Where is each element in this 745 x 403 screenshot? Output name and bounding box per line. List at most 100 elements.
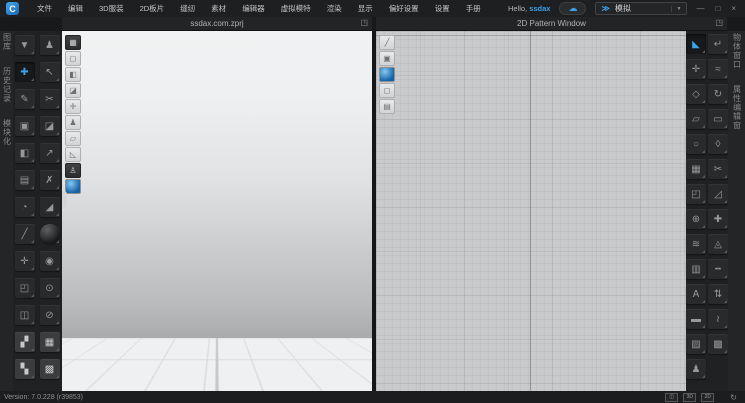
grading-tool[interactable]: ⇅ [708, 284, 728, 304]
fold-arrange-tool[interactable]: ◢ [40, 197, 60, 217]
avatar-pose-tool[interactable]: ♟ [40, 35, 60, 55]
jacket-tool[interactable]: ◫ [15, 305, 35, 325]
menu-render[interactable]: 渲染 [319, 3, 350, 14]
machine-sew-tool[interactable]: ▤ [15, 170, 35, 190]
avatar-bust-button[interactable]: ♟ [65, 115, 81, 130]
grab-button[interactable]: ✛ [65, 99, 81, 114]
pleat-tool[interactable]: ≋ [686, 234, 706, 254]
top-garment-tool[interactable]: ▞ [15, 332, 35, 352]
select-mesh-tool[interactable]: ↖ [40, 62, 60, 82]
fabric-tool[interactable]: ▩ [708, 334, 728, 354]
menu-material[interactable]: 素材 [203, 3, 234, 14]
binding-tool[interactable]: ▥ [686, 259, 706, 279]
mannequin-button[interactable]: ♙ [65, 163, 81, 178]
merge-tool[interactable]: ⊕ [686, 209, 706, 229]
username-link[interactable]: ssdax [529, 4, 550, 13]
object-window-tab[interactable]: 物体窗口 [732, 33, 742, 69]
cloud-sync-button[interactable]: ☁ [559, 2, 586, 15]
free-sew-tool[interactable]: ↗ [40, 143, 60, 163]
tape-tool[interactable]: ╍ [708, 259, 728, 279]
paper-sheet-button[interactable]: ▱ [65, 131, 81, 146]
notch-tool[interactable]: ◿ [708, 184, 728, 204]
edit-pattern-tool[interactable]: ✛ [686, 59, 706, 79]
circle-tool[interactable]: ○ [686, 134, 706, 154]
globe-button[interactable] [65, 179, 81, 194]
button-tool[interactable]: ⊙ [40, 278, 60, 298]
layout-2d-button[interactable]: 2D [701, 393, 714, 402]
menu-file[interactable]: 文件 [29, 3, 60, 14]
view-cube-button[interactable]: ▦ [65, 35, 81, 50]
hand-tool[interactable]: ✛ [15, 251, 35, 271]
rectangle-tool[interactable]: ▭ [708, 109, 728, 129]
trace-tool[interactable]: ▦ [686, 159, 706, 179]
zipper-tool[interactable]: ▦ [40, 332, 60, 352]
modular-tab[interactable]: 模块化 [2, 119, 12, 146]
menu-edit[interactable]: 编辑 [60, 3, 91, 14]
shirt-outline-button[interactable]: ◻ [65, 51, 81, 66]
history-tab[interactable]: 历史记录 [2, 67, 12, 103]
popout-icon[interactable]: ◳ [360, 18, 368, 27]
curve-point-tool[interactable]: ↻ [708, 84, 728, 104]
walk-tool[interactable]: ♟ [686, 359, 706, 379]
flatten-tool[interactable]: ◪ [40, 116, 60, 136]
window-titlebar-2d[interactable]: 2D Pattern Window ◳ [376, 17, 727, 31]
grid-sheet-button[interactable]: ▤ [379, 99, 395, 114]
menu-avatar[interactable]: 虚拟模特 [273, 3, 319, 14]
add-point-tool[interactable]: ◇ [686, 84, 706, 104]
buttonhole-tool[interactable]: ⊘ [40, 305, 60, 325]
pin-tool[interactable]: ◔ [15, 197, 35, 217]
glue-tool[interactable]: ◰ [15, 278, 35, 298]
texture-sphere-button[interactable] [379, 67, 395, 82]
maximize-button[interactable]: □ [715, 4, 720, 13]
polygon-tool[interactable]: ▱ [686, 109, 706, 129]
grid-texture-tool[interactable]: ▨ [686, 334, 706, 354]
sheet-button[interactable]: ◻ [379, 83, 395, 98]
fabric-roll-tool[interactable]: ▩ [40, 359, 60, 379]
menu-3d-garment[interactable]: 3D服装 [91, 3, 132, 14]
pattern-view-button[interactable]: ▣ [379, 51, 395, 66]
simulation-mode-dropdown[interactable]: ≫ 模拟 ▼ [595, 2, 687, 15]
transform-pattern-tool[interactable]: ◣ [686, 34, 706, 54]
seam-cut-tool[interactable]: ✂ [708, 159, 728, 179]
menu-settings[interactable]: 设置 [427, 3, 458, 14]
menu-2d-pattern[interactable]: 2D板片 [132, 3, 173, 14]
pattern-canvas-2d[interactable]: ╱▣ ◻▤ [376, 31, 686, 391]
window-titlebar-3d[interactable]: ssdax.com.zprj ◳ [62, 17, 372, 31]
simulate-tool[interactable]: ▼ [15, 35, 35, 55]
menu-preferences[interactable]: 偏好设置 [381, 3, 427, 14]
expand-tool[interactable]: ✚ [708, 209, 728, 229]
needle-tool[interactable]: ╱ [15, 224, 35, 244]
tack-tool[interactable]: ◉ [40, 251, 60, 271]
viewport-3d[interactable]: ▦◻◧◪✛♟▱◺♙ [62, 31, 372, 391]
avatar-head-toggle[interactable] [40, 224, 60, 244]
minimize-button[interactable]: — [696, 4, 704, 13]
pen-button[interactable]: ╱ [379, 35, 395, 50]
edit-curve-tool[interactable]: ≈ [708, 59, 728, 79]
unfold-tool[interactable]: ↵ [708, 34, 728, 54]
select-move-tool[interactable]: ✚ [15, 62, 35, 82]
fold-view-button[interactable]: ◪ [65, 83, 81, 98]
close-button[interactable]: × [731, 4, 736, 13]
dart-tool[interactable]: ◊ [708, 134, 728, 154]
layout-split-button[interactable]: ◫ [665, 393, 678, 402]
elastic-tool[interactable]: ≀ [708, 309, 728, 329]
panel-collapse-handle[interactable] [62, 191, 67, 208]
property-editor-tab[interactable]: 属性编辑窗 [732, 85, 742, 130]
menu-display[interactable]: 显示 [350, 3, 381, 14]
menu-sewing[interactable]: 缝纫 [172, 3, 203, 14]
menu-manual[interactable]: 手册 [458, 3, 489, 14]
refresh-icon[interactable]: ↻ [730, 393, 737, 402]
pleat-fold-tool[interactable]: ◬ [708, 234, 728, 254]
ruler-tool[interactable]: ▬ [686, 309, 706, 329]
layout-3d-button[interactable]: 3D [683, 393, 696, 402]
detach-sew-tool[interactable]: ✗ [40, 170, 60, 190]
scissors-tool[interactable]: ✂ [40, 89, 60, 109]
popout-icon[interactable]: ◳ [715, 18, 723, 27]
shirt-solid-button[interactable]: ◧ [65, 67, 81, 82]
internal-rect-tool[interactable]: ◰ [686, 184, 706, 204]
library-tab[interactable]: 图库 [2, 33, 12, 51]
text-tool[interactable]: A [686, 284, 706, 304]
menu-editor[interactable]: 编辑器 [234, 3, 273, 14]
sewing-tool[interactable]: ◧ [15, 143, 35, 163]
pants-tool[interactable]: ▚ [15, 359, 35, 379]
